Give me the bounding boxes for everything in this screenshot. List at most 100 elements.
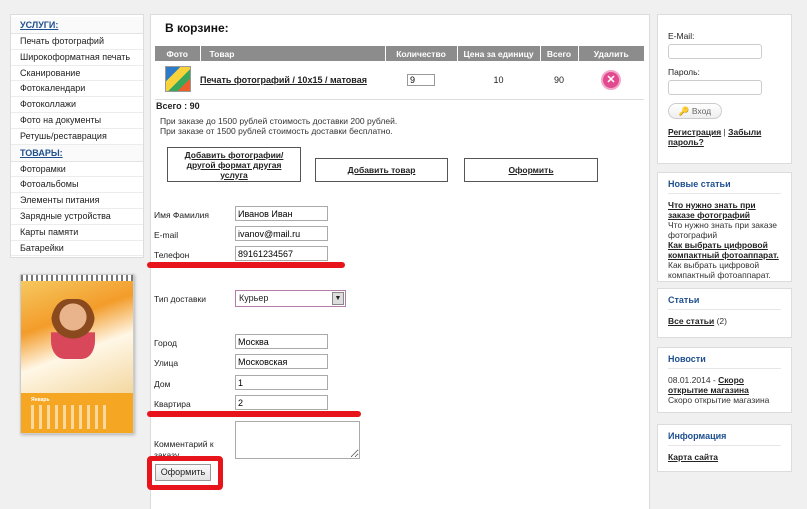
new-articles-panel: Новые статьи Что нужно знать при заказе … [657,172,792,282]
articles-count: (2) [716,316,727,326]
sidebar-item-power[interactable]: Элементы питания [11,193,143,209]
sidebar-item-doc-photo[interactable]: Фото на документы [11,113,143,129]
apartment-input[interactable] [235,395,328,410]
goods-title[interactable]: ТОВАРЫ: [11,144,143,162]
sidebar-item-chargers[interactable]: Зарядные устройства [11,209,143,225]
sidebar-item-calendars[interactable]: Фотокалендари [11,81,143,98]
delivery-note-1: При заказе до 1500 рублей стоимость дост… [160,116,398,126]
sidebar-item-frames[interactable]: Фоторамки [11,162,143,178]
cart-total: Всего : 90 [156,101,200,111]
qty-input[interactable] [407,73,435,86]
sidebar-item-memory[interactable]: Карты памяти [11,225,143,241]
street-input[interactable] [235,354,328,369]
sidebar-item-albums[interactable]: Фотоальбомы [11,177,143,194]
login-email-input[interactable] [668,44,762,59]
email-label: E-mail [154,230,179,240]
add-product-button[interactable]: Добавить товар [315,158,448,182]
highlight-line-phone [147,262,345,268]
phone-input[interactable] [235,246,328,261]
key-icon: 🔑 [678,106,690,116]
table-row: Печать фотографий / 10х15 / матовая 10 9… [155,61,644,100]
add-photos-button[interactable]: Добавить фотографии/ другой формат друга… [167,147,301,182]
login-password-label: Пароль: [668,67,700,77]
product-link[interactable]: Печать фотографий / 10х15 / матовая [200,75,367,85]
all-articles: Все статьи (2) [668,316,781,326]
calendar-month: Январь [31,397,50,403]
street-label: Улица [154,358,179,368]
article-1-link[interactable]: Что нужно знать при заказе фотографий [668,200,781,220]
news-panel: Новости 08.01.2014 - Скоро открытие мага… [657,347,792,413]
name-input[interactable] [235,206,328,221]
sitemap-link[interactable]: Карта сайта [668,452,718,462]
sidebar-item-retouch[interactable]: Ретушь/реставрация [11,129,143,145]
col-qty: Количество [385,46,458,61]
article-2-text: Как выбрать цифровой компактный фотоаппа… [668,260,771,280]
delivery-label: Тип доставки [154,294,206,304]
apartment-label: Квартира [154,399,191,409]
email-input[interactable] [235,226,328,241]
sidebar-item-scanning[interactable]: Сканирование [11,66,143,82]
info-title: Информация [668,431,781,446]
delivery-select-value: Курьер [239,293,269,303]
delivery-note-2: При заказе от 1500 рублей стоимость дост… [160,126,393,136]
cell-price: 10 [457,61,540,100]
services-title[interactable]: УСЛУГИ: [11,17,143,34]
calendar-dates [31,405,111,429]
main-content: В корзине: Фото Товар Количество Цена за… [147,14,650,509]
calendar-photo [21,281,133,393]
sidebar-item-batteries[interactable]: Батарейки [11,241,143,257]
chevron-down-icon[interactable]: ▼ [332,292,344,305]
submit-highlight: Оформить [147,456,223,490]
all-articles-link[interactable]: Все статьи [668,316,714,326]
cell-product: Печать фотографий / 10х15 / матовая [200,61,385,100]
news-item: 08.01.2014 - Скоро открытие магазина Ско… [668,375,781,405]
login-panel: E-Mail: Пароль: 🔑 Вход Регистрация | Заб… [657,14,792,164]
calendar-grid: Январь [21,393,133,433]
cell-delete: ✕ [578,61,644,100]
login-button[interactable]: 🔑 Вход [668,103,722,119]
house-input[interactable] [235,375,328,390]
checkout-button[interactable]: Оформить [464,158,598,182]
col-delete: Удалить [578,46,644,61]
auth-links-separator: | [723,127,726,137]
product-thumbnail[interactable] [164,65,191,92]
register-link[interactable]: Регистрация [668,127,721,137]
articles-title: Статьи [668,295,781,310]
calendar-banner[interactable]: Январь [20,274,134,434]
city-label: Город [154,338,177,348]
news-date: 08.01.2014 - [668,375,716,385]
news-text: Скоро открытие магазина [668,395,770,405]
name-label: Имя Фамилия [154,210,210,220]
login-button-label: Вход [691,106,712,116]
sidebar-item-photo-print[interactable]: Печать фотографий [11,34,143,50]
cart-table: Фото Товар Количество Цена за единицу Вс… [155,46,644,100]
login-email-label: E-Mail: [668,31,695,41]
article-1: Что нужно знать при заказе фотографий Чт… [668,200,781,280]
auth-links: Регистрация | Забыли пароль? [668,127,781,147]
comment-textarea[interactable] [235,421,360,459]
col-product: Товар [200,46,386,61]
sidebar-item-collages[interactable]: Фотоколлажи [11,97,143,113]
cell-photo [155,61,200,100]
left-sidebar: УСЛУГИ: Печать фотографий Широкоформатна… [10,14,144,258]
cell-total: 90 [540,61,578,100]
delivery-select[interactable]: Курьер ▼ [235,290,346,307]
cart-title: В корзине: [165,21,229,35]
info-panel: Информация Карта сайта [657,424,792,472]
news-title: Новости [668,354,781,369]
login-password-input[interactable] [668,80,762,95]
col-price: Цена за единицу [457,46,541,61]
sitemap: Карта сайта [668,452,781,462]
new-articles-title: Новые статьи [668,179,781,194]
cart-header-row: Фото Товар Количество Цена за единицу Вс… [155,46,644,61]
house-label: Дом [154,379,171,389]
sidebar-item-wide-print[interactable]: Широкоформатная печать [11,50,143,66]
city-input[interactable] [235,334,328,349]
article-2-link[interactable]: Как выбрать цифровой компактный фотоаппа… [668,240,781,260]
articles-panel: Статьи Все статьи (2) [657,288,792,338]
highlight-line-apartment [147,411,361,417]
delete-icon[interactable]: ✕ [601,69,621,90]
submit-button[interactable]: Оформить [155,464,211,481]
col-total: Всего [540,46,579,61]
col-photo: Фото [155,46,201,61]
